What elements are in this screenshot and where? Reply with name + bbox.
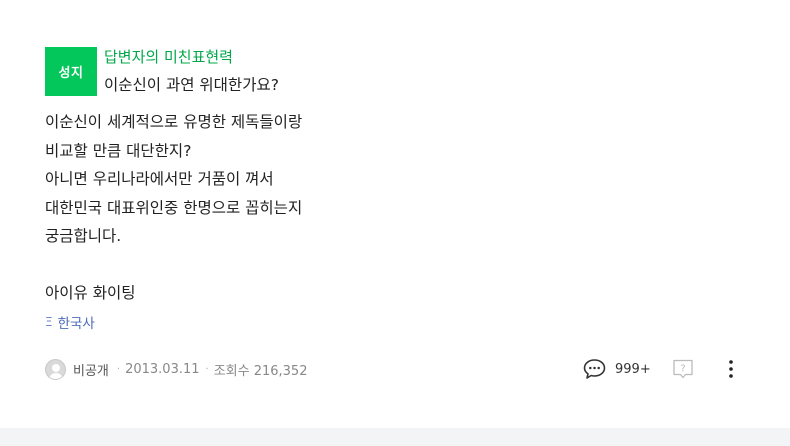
- best-badge: 성지: [45, 47, 97, 96]
- category-tag[interactable]: Ξ 한국사: [45, 312, 95, 332]
- body-line: [45, 251, 645, 280]
- category-tag-label: 한국사: [57, 316, 95, 332]
- separator-dot: ·: [116, 363, 121, 375]
- author-highlight[interactable]: 답변자의 미친표현력: [104, 46, 233, 67]
- question-body: 이순신이 세계적으로 유명한 제독들이랑 비교할 만큼 대단한지? 아니면 우리…: [45, 108, 645, 308]
- section-divider: [0, 428, 790, 446]
- question-meta: 비공개 · 2013.03.11 · 조회수 216,352: [45, 358, 307, 380]
- author-name: 비공개: [73, 363, 109, 379]
- question-title: 이순신이 과연 위대한가요?: [104, 76, 279, 94]
- body-line: 아이유 화이팅: [45, 284, 136, 302]
- body-line: 아니면 우리나라에서만 거품이 껴서: [45, 170, 274, 188]
- body-line: 이순신이 세계적으로 유명한 제독들이랑: [45, 113, 303, 131]
- more-vertical-icon[interactable]: [723, 358, 739, 380]
- body-line: 비교할 만큼 대단한지?: [45, 141, 192, 160]
- view-count: 조회수 216,352: [213, 363, 308, 379]
- comment-button[interactable]: 999+: [583, 357, 651, 381]
- svg-text:?: ?: [680, 364, 685, 375]
- question-box-icon[interactable]: ?: [672, 358, 694, 384]
- post-date: 2013.03.11: [125, 361, 200, 377]
- hash-tag-icon: Ξ: [45, 315, 53, 329]
- body-line: 대한민국 대표위인중 한명으로 꼽히는지: [45, 198, 303, 217]
- separator-dot: ·: [205, 363, 209, 375]
- body-line: 궁금합니다.: [45, 227, 122, 245]
- comment-count: 999+: [615, 361, 651, 377]
- avatar: [45, 358, 66, 380]
- comment-icon: [583, 358, 606, 380]
